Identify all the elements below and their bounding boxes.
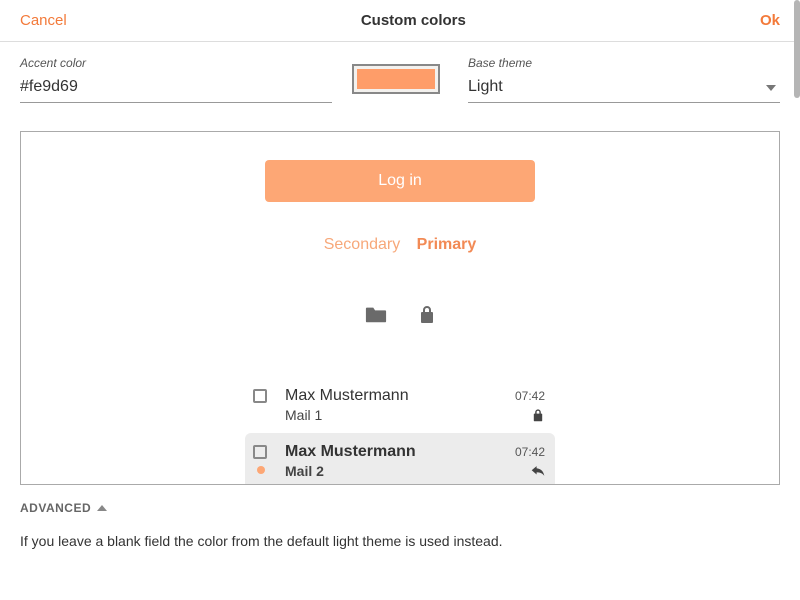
mail-list: Max Mustermann 07:42 Mail 1 Max Musterma… [245, 377, 555, 485]
checkbox-icon[interactable] [253, 389, 267, 403]
chevron-up-icon [97, 505, 107, 511]
tab-secondary[interactable]: Secondary [324, 236, 401, 253]
preview-tab-row: Secondary Primary [21, 236, 779, 254]
advanced-description: If you leave a blank field the color fro… [0, 515, 800, 549]
mail-item[interactable]: Max Mustermann 07:42 Mail 1 [245, 377, 555, 433]
page-title: Custom colors [361, 12, 466, 29]
accent-color-label: Accent color [20, 56, 332, 70]
base-theme-select[interactable] [468, 74, 780, 103]
mail-subject: Mail 1 [285, 407, 489, 423]
dialog-header: Cancel Custom colors Ok [0, 0, 800, 42]
accent-color-swatch-wrap [352, 56, 440, 103]
tab-primary[interactable]: Primary [417, 236, 477, 253]
advanced-toggle[interactable]: ADVANCED [0, 485, 800, 515]
accent-color-input[interactable] [20, 74, 332, 103]
chevron-down-icon[interactable] [766, 85, 776, 91]
mail-time: 07:42 [495, 389, 545, 403]
mail-sender: Max Mustermann [285, 443, 489, 461]
unread-dot [257, 466, 265, 474]
reply-icon [531, 464, 545, 478]
ok-button[interactable]: Ok [760, 12, 780, 29]
cancel-button[interactable]: Cancel [20, 12, 67, 29]
mail-subject: Mail 2 [285, 463, 489, 479]
preview-icon-row [21, 304, 779, 329]
accent-color-field-wrap: Accent color [20, 56, 332, 103]
advanced-label: ADVANCED [20, 501, 91, 515]
accent-color-swatch-fill [357, 69, 435, 89]
mail-item[interactable]: Max Mustermann 07:42 Mail 2 [245, 433, 555, 485]
theme-preview-panel: Log in Secondary Primary Max Mustermann … [20, 131, 780, 485]
base-theme-field-wrap: Base theme [468, 56, 780, 103]
color-form-row: Accent color Base theme [0, 42, 800, 103]
scrollbar[interactable] [794, 0, 800, 98]
lock-icon [531, 408, 545, 422]
accent-color-swatch[interactable] [352, 64, 440, 94]
mail-sender: Max Mustermann [285, 387, 489, 405]
login-button[interactable]: Log in [265, 160, 535, 202]
mail-time: 07:42 [495, 445, 545, 459]
checkbox-icon[interactable] [253, 445, 267, 459]
base-theme-label: Base theme [468, 56, 780, 70]
folder-icon[interactable] [365, 304, 387, 324]
lock-icon[interactable] [419, 304, 435, 324]
